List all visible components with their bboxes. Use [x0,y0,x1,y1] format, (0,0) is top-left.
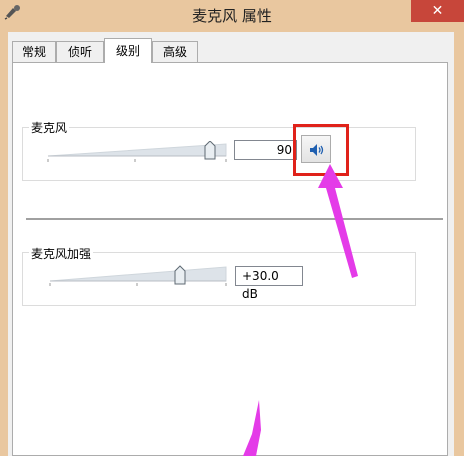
window-title: 麦克风 属性 [192,7,272,25]
tab-levels[interactable]: 级别 [104,38,152,63]
boost-slider-thumb[interactable] [174,265,186,285]
window-frame-right [454,32,464,456]
microphone-boost-slider[interactable] [48,264,228,286]
close-icon: ✕ [431,3,444,19]
microphone-level-value: 90 [276,143,292,157]
microphone-slider-thumb[interactable] [204,141,216,160]
microphone-boost-label: 麦克风加强 [29,245,94,262]
microphone-level-slider[interactable] [46,141,231,163]
close-button[interactable]: ✕ [411,0,464,22]
title-bar[interactable]: 麦克风 属性 ✕ [0,0,464,32]
section-divider [26,218,443,220]
window-frame-left [0,32,8,456]
tab-listen[interactable]: 侦听 [56,41,104,62]
boost-value-field: +30.0 dB [235,266,303,301]
dialog-client-area: 常规 侦听 级别 高级 麦克风 90 麦克风加强 +30.0 dB [8,32,454,456]
microphone-label: 麦克风 [29,119,70,136]
levels-panel: 麦克风 90 麦克风加强 +30.0 dB [12,62,448,456]
tab-general[interactable]: 常规 [12,41,56,62]
microphone-level-field[interactable]: 90 [234,140,297,160]
annotation-highlight-box [293,124,349,176]
tab-advanced[interactable]: 高级 [152,41,198,62]
